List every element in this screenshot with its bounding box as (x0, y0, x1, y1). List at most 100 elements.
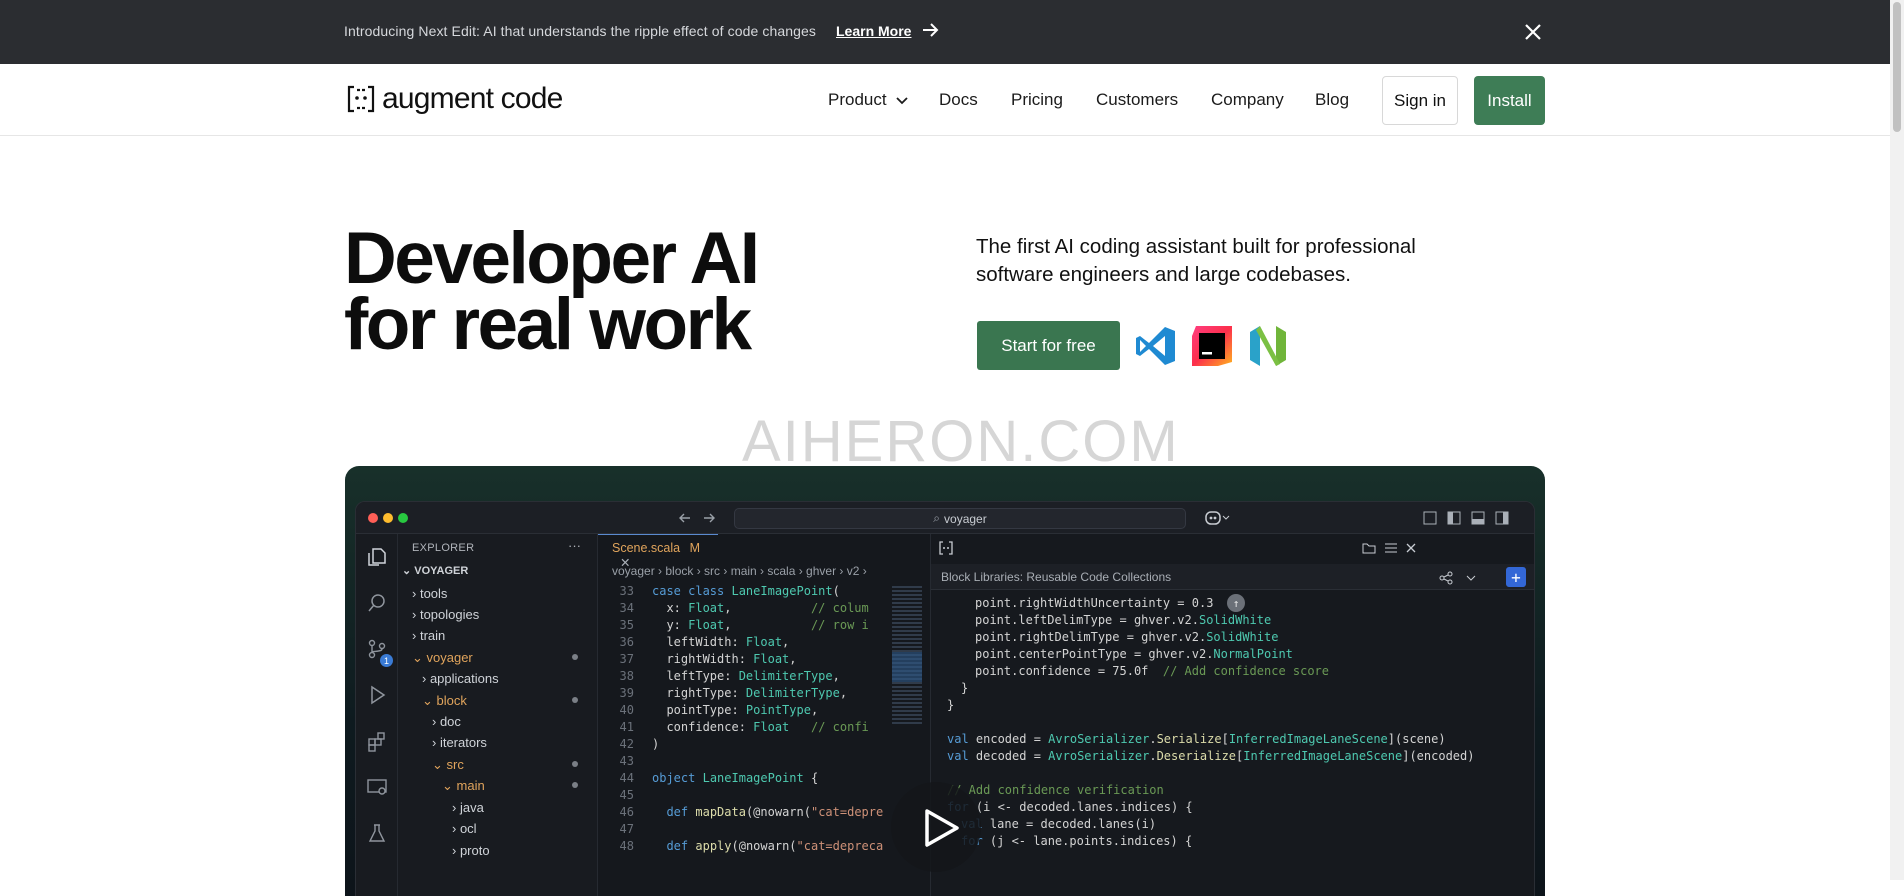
nav-blog[interactable]: Blog (1315, 90, 1349, 110)
ide-titlebar: ⌕ voyager (356, 502, 1534, 534)
tree-item-voyager[interactable]: ⌄ voyager (412, 650, 473, 666)
code-line: 42) (619, 737, 660, 751)
code-line: val decoded = AvroSerializer.Deserialize… (947, 749, 1475, 763)
search-icon: ⌕ (933, 511, 941, 525)
neovim-icon[interactable] (1246, 324, 1290, 368)
play-icon (925, 809, 959, 847)
tab-label: Scene.scala (612, 541, 681, 555)
tree-root[interactable]: ⌄ VOYAGER (402, 564, 468, 577)
tree-label: proto (459, 843, 490, 858)
install-button[interactable]: Install (1474, 76, 1545, 125)
code-line: } (947, 698, 955, 712)
testing-icon[interactable] (366, 822, 388, 844)
code-line: 38 leftType: DelimiterType, (619, 669, 840, 683)
code-line: 46 def mapData(@nowarn("cat=depre (619, 805, 884, 819)
scroll-up-icon[interactable]: ↑ (1227, 594, 1245, 612)
vscode-icon[interactable] (1134, 324, 1178, 368)
tab-modified: M (689, 541, 701, 555)
code-line: point.rightWidthUncertainty = 0.3 (975, 596, 1214, 610)
minimize-dot[interactable] (383, 513, 393, 523)
extensions-icon[interactable] (366, 730, 388, 752)
run-debug-icon[interactable] (366, 684, 388, 706)
tree-item-train[interactable]: › train (412, 628, 445, 643)
code-line: val encoded = AvroSerializer.Serialize[I… (947, 732, 1446, 746)
tree-label: iterators (439, 735, 487, 750)
augment-logo-icon (347, 85, 375, 113)
source-control-badge: 1 (380, 654, 393, 667)
explorer-title: EXPLORER (412, 542, 475, 554)
tree-label: java (459, 800, 484, 815)
tree-item-block[interactable]: ⌄ block (422, 693, 467, 709)
jetbrains-icon[interactable] (1190, 324, 1234, 368)
code-line: 37 rightWidth: Float, (619, 652, 797, 666)
tree-item-iterators[interactable]: › iterators (432, 735, 487, 750)
maximize-dot[interactable] (398, 513, 408, 523)
code-line: 41 confidence: Float // confi (619, 720, 869, 734)
tree-item-tools[interactable]: › tools (412, 586, 447, 601)
nav-customers[interactable]: Customers (1096, 90, 1178, 110)
tree-item-main[interactable]: ⌄ main (442, 778, 485, 794)
close-icon[interactable] (1522, 21, 1544, 43)
tree-root-label: VOYAGER (414, 565, 469, 577)
modified-dot (572, 654, 578, 660)
logo[interactable]: augment code (346, 82, 563, 116)
nav-company[interactable]: Company (1211, 90, 1284, 110)
hero-title-line1: Developer AI (344, 218, 760, 299)
layout-controls-icon[interactable] (1422, 511, 1522, 525)
augment-panel-icon[interactable] (939, 541, 953, 555)
code-line: 47 (619, 822, 634, 836)
copilot-icon[interactable] (1204, 510, 1230, 526)
start-for-free-button[interactable]: Start for free (977, 321, 1120, 370)
arrow-right-icon[interactable] (920, 20, 940, 40)
tree-item-java[interactable]: › java (452, 800, 484, 815)
page-scrollbar[interactable] (1890, 0, 1904, 880)
code-line: 36 leftWidth: Float, (619, 635, 790, 649)
share-icon[interactable] (1439, 571, 1479, 585)
tree-item-ocl[interactable]: › ocl (452, 821, 477, 836)
tree-label: applications (429, 671, 499, 686)
files-icon[interactable] (366, 546, 388, 568)
tree-label: doc (439, 714, 461, 729)
hero-title-line2: for real work (344, 284, 752, 365)
code-line: 33 case class LaneImagePoint( (619, 584, 840, 598)
tree-item-proto[interactable]: › proto (452, 843, 490, 858)
chevron-down-icon[interactable] (895, 94, 909, 108)
code-editor[interactable]: Scene.scala M ✕ voyager › block › src › … (598, 534, 888, 896)
remote-explorer-icon[interactable] (366, 776, 388, 798)
nav-pricing[interactable]: Pricing (1011, 90, 1063, 110)
panel-actions-icon[interactable] (1361, 541, 1441, 555)
tree-item-applications[interactable]: › applications (422, 671, 499, 686)
modified-dot (572, 782, 578, 788)
code-line: 34 x: Float, // colum (619, 601, 869, 615)
tab-scene-scala[interactable]: Scene.scala M ✕ (598, 534, 718, 570)
code-line: } (961, 681, 969, 695)
play-button[interactable] (891, 782, 981, 872)
hero-title: Developer AI for real work (344, 218, 760, 365)
code-line: for (i <- decoded.lanes.indices) { (947, 800, 1193, 814)
code-line: 45 (619, 788, 634, 802)
banner-text: Introducing Next Edit: AI that understan… (344, 23, 816, 39)
code-line: point.confidence = 75.0f // Add confiden… (975, 664, 1330, 678)
code-line: 48 def apply(@nowarn("cat=depreca (619, 839, 884, 853)
product-demo-video[interactable]: ⌕ voyager 1 EXPLORER ··· ⌄ VOYAGER › too… (345, 466, 1545, 896)
learn-more-link[interactable]: Learn More (836, 23, 911, 39)
nav-product[interactable]: Product (828, 90, 887, 110)
code-line: 43 (619, 754, 634, 768)
sign-in-button[interactable]: Sign in (1382, 76, 1458, 125)
nav-docs[interactable]: Docs (939, 90, 978, 110)
tree-item-src[interactable]: ⌄ src (432, 757, 464, 773)
command-search-input[interactable]: ⌕ voyager (734, 508, 1186, 529)
new-chat-button[interactable]: + (1506, 567, 1526, 587)
tree-label: topologies (419, 607, 480, 622)
close-dot[interactable] (368, 513, 378, 523)
code-line: // Add confidence verification (947, 783, 1164, 797)
tree-item-doc[interactable]: › doc (432, 714, 461, 729)
augment-chat-panel: Block Libraries: Reusable Code Collectio… (930, 534, 1534, 896)
more-actions-icon[interactable]: ··· (568, 538, 581, 553)
back-arrow-icon[interactable] (678, 511, 692, 525)
tree-item-topologies[interactable]: › topologies (412, 607, 479, 622)
scrollbar-thumb[interactable] (1893, 2, 1901, 132)
code-line: point.rightDelimType = ghver.v2.SolidWhi… (975, 630, 1279, 644)
search-icon[interactable] (366, 592, 388, 614)
forward-arrow-icon[interactable] (702, 511, 716, 525)
